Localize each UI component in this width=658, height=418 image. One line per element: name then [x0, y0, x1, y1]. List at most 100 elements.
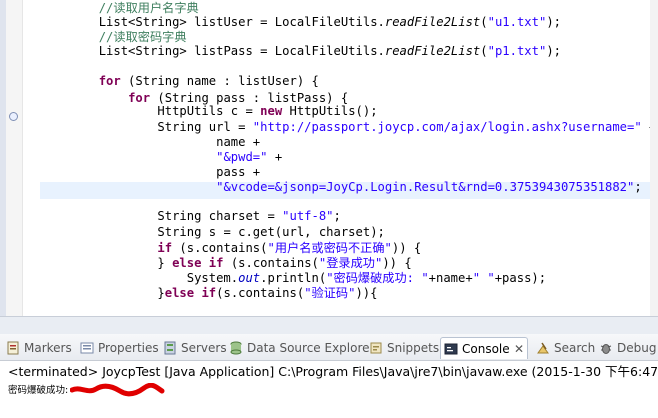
code-token: //读取用户名字典	[98, 1, 199, 15]
code-token: String charset =	[157, 209, 283, 223]
code-token: else	[172, 256, 202, 270]
tab-search-label: Search	[554, 341, 596, 355]
code-token: "u1.txt"	[487, 15, 547, 29]
tab-servers[interactable]: Servers	[163, 337, 227, 359]
code-token: name +	[216, 135, 261, 149]
console-status-line: <terminated> JoycpTest [Java Application…	[8, 364, 658, 379]
code-token: "&pwd="	[216, 150, 268, 164]
code-token: (s.contains(	[172, 241, 268, 255]
code-token: (String name : listUser) {	[120, 74, 319, 88]
tab-markers-label: Markers	[24, 341, 72, 355]
code-token: out	[238, 271, 261, 285]
code-token: readFile2List	[384, 44, 481, 58]
bottom-view-tabbar: Markers Properties Servers Data Source E…	[0, 334, 658, 361]
tab-properties-label: Properties	[98, 341, 159, 355]
code-token: HttpUtils();	[282, 104, 378, 118]
tab-console-label: Console	[462, 342, 510, 356]
search-icon	[537, 342, 549, 354]
code-token: );	[546, 44, 561, 58]
tab-console[interactable]: Console ✕	[440, 337, 528, 359]
view-separator[interactable]	[0, 316, 658, 334]
code-line: }else if(s.contains("验证码")){	[40, 285, 377, 302]
snippets-icon	[370, 342, 382, 354]
code-token: )) {	[382, 256, 412, 270]
code-editor[interactable]: //读取用户名字典 List<String> listUser = LocalF…	[0, 0, 658, 316]
tab-data-source-explorer[interactable]: Data Source Explorer	[229, 337, 374, 359]
code-token: List<String> listPass = LocalFileUtils.	[98, 44, 385, 58]
code-token: HttpUtils c =	[157, 104, 261, 118]
code-token: //读取密码字典	[98, 30, 187, 44]
redaction-scribble-icon	[70, 383, 165, 397]
debug-icon	[600, 344, 612, 354]
tab-debug[interactable]: Debug	[599, 337, 657, 359]
code-token: if	[208, 256, 224, 270]
tab-properties[interactable]: Properties	[80, 337, 159, 359]
code-token: "密码爆破成功: "	[326, 271, 429, 285]
close-icon[interactable]: ✕	[514, 338, 524, 360]
code-line: String s = c.get(url, charset);	[40, 224, 385, 241]
code-line: String charset = "utf-8";	[40, 208, 341, 225]
code-token: List<String> listUser = LocalFileUtils.	[98, 15, 385, 29]
code-token: }	[157, 256, 173, 270]
data-source-explorer-icon	[230, 341, 242, 355]
code-line: "&vcode=&jsonp=JoyCp.Login.Result&rnd=0.…	[40, 179, 642, 196]
code-token: " "	[472, 271, 495, 285]
code-token: "登录成功"	[318, 256, 383, 270]
tab-snippets-label: Snippets	[387, 341, 440, 355]
code-token: "&vcode=&jsonp=JoyCp.Login.Result&rnd=0.…	[216, 180, 635, 194]
code-token: if	[157, 241, 173, 255]
editor-overview-ruler[interactable]	[650, 0, 658, 316]
code-token: ;	[333, 209, 341, 223]
code-token: ;	[634, 180, 642, 194]
tab-snippets[interactable]: Snippets	[369, 337, 439, 359]
properties-icon	[80, 342, 94, 354]
code-token: (	[480, 44, 488, 58]
code-token: +name+	[428, 271, 473, 285]
code-token: +pass);	[494, 271, 547, 285]
code-token: (	[480, 15, 488, 29]
servers-icon	[164, 341, 176, 355]
code-line: HttpUtils c = new HttpUtils();	[40, 103, 378, 120]
tab-servers-label: Servers	[181, 341, 227, 355]
code-token: .println(	[260, 271, 327, 285]
tab-search[interactable]: Search	[536, 337, 596, 359]
code-token: );	[546, 15, 561, 29]
code-token: System.	[186, 271, 239, 285]
code-token: "验证码"	[304, 286, 356, 300]
tab-markers[interactable]: Markers	[6, 337, 72, 359]
code-token: new	[260, 104, 283, 118]
tab-debug-label: Debug	[617, 341, 657, 355]
breakpoint-marker-icon[interactable]	[9, 112, 18, 121]
markers-icon	[7, 341, 19, 355]
code-token: "http://passport.joycp.com/ajax/login.as…	[252, 120, 642, 134]
code-token: +	[267, 150, 283, 164]
code-token: (s.contains(	[216, 286, 305, 300]
code-token: else	[164, 286, 195, 300]
code-token: )){	[355, 286, 378, 300]
code-token: "utf-8"	[282, 209, 334, 223]
code-token: if	[201, 286, 217, 300]
code-token: "用户名或密码不正确"	[267, 241, 392, 255]
code-token: String s = c.get(url, charset);	[157, 225, 385, 239]
code-token: String url =	[157, 120, 253, 134]
code-token: "p1.txt"	[487, 44, 547, 58]
editor-gutter[interactable]	[6, 0, 23, 316]
